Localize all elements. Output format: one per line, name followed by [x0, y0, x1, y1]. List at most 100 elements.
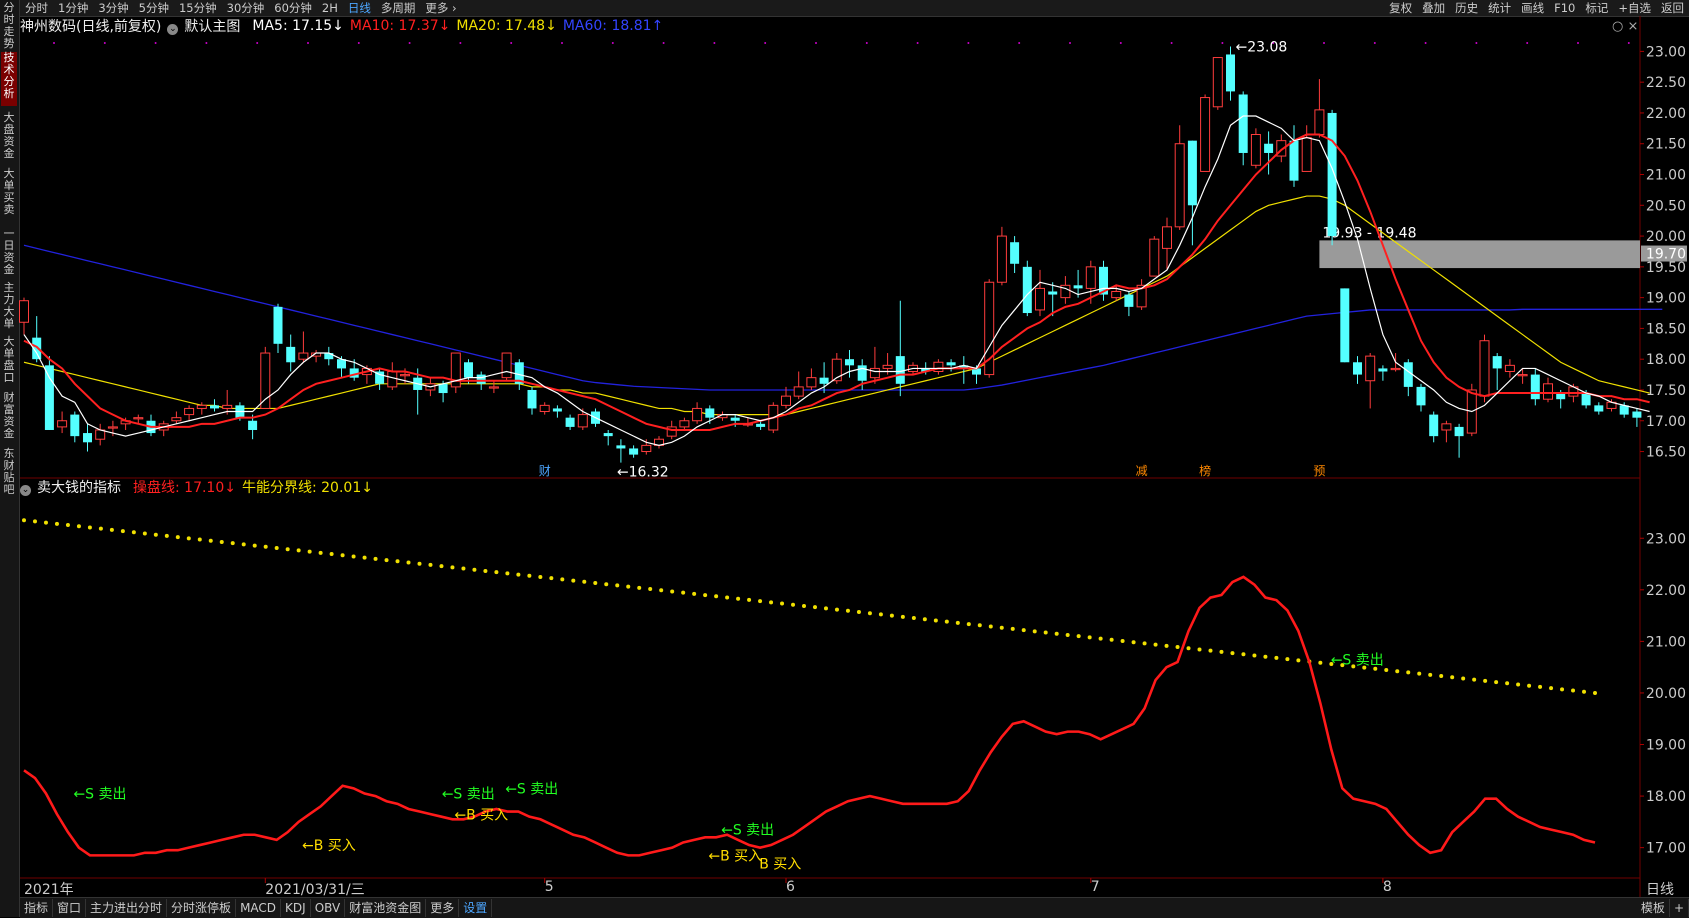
price-range-box — [1319, 240, 1640, 269]
threshold-dot — [252, 543, 257, 548]
candle-body-up — [171, 417, 182, 422]
sidebar-item-5[interactable]: 主力大单 — [1, 282, 17, 332]
bottom-items: 指标 窗口 主力进出分时 分时涨停板 MACD KDJ OBV 财富池资金图 更多 设置 — [20, 899, 493, 917]
bottom-tail-1[interactable]: + — [1670, 899, 1689, 917]
sub-ytick-label: 22.00 — [1646, 583, 1686, 599]
toolbar-button-7[interactable]: +自选 — [1613, 0, 1656, 16]
sidebar-item-3[interactable]: 大单买卖 — [1, 168, 17, 224]
toolbar-button-2[interactable]: 历史 — [1450, 0, 1483, 16]
stock-title: 神州数码(日线,前复权) — [20, 19, 162, 35]
bottom-tail-0[interactable]: 模板 — [1637, 899, 1670, 917]
period-tab-8[interactable]: 日线 — [343, 0, 376, 16]
period-tab-7[interactable]: 2H — [317, 0, 343, 16]
candle-body-down — [1073, 285, 1083, 289]
bottom-item-0[interactable]: 指标 — [20, 899, 54, 917]
candle-body-down — [1556, 393, 1566, 400]
bottom-item-5[interactable]: KDJ — [281, 899, 311, 917]
threshold-dot — [933, 618, 938, 623]
bottom-item-6[interactable]: OBV — [311, 899, 346, 917]
line1-label: 操盘线: 17.10↓ — [133, 480, 236, 496]
threshold-dot — [186, 536, 191, 541]
threshold-dot — [1461, 676, 1466, 681]
bottom-item-7[interactable]: 财富池资金图 — [345, 899, 427, 917]
candle-body-up — [1136, 284, 1147, 308]
top-marker-dot — [408, 42, 411, 44]
toolbar-button-3[interactable]: 统计 — [1483, 0, 1516, 16]
sidebar-item-0[interactable]: 分时走势 — [1, 2, 17, 50]
toolbar-button-5[interactable]: F10 — [1549, 0, 1580, 16]
candle-body-down — [273, 306, 283, 344]
bottom-item-1[interactable]: 窗口 — [53, 899, 87, 917]
period-tab-1[interactable]: 1分钟 — [53, 0, 93, 16]
top-marker-dot — [865, 42, 868, 44]
toolbar-button-1[interactable]: 叠加 — [1417, 0, 1450, 16]
bottom-item-2[interactable]: 主力进出分时 — [86, 899, 168, 917]
period-tab-10[interactable]: 更多 › — [420, 0, 461, 16]
top-marker-dot — [1323, 42, 1325, 44]
template-selector[interactable]: ⌄ 默认主图 — [167, 16, 246, 36]
bottom-item-4[interactable]: MACD — [236, 899, 282, 917]
toolbar-button-4[interactable]: 画线 — [1516, 0, 1549, 16]
threshold-dot — [1527, 683, 1532, 688]
template-label: 默认主图 — [184, 19, 241, 35]
toolbar-button-6[interactable]: 标记 — [1580, 0, 1613, 16]
threshold-dot — [65, 523, 70, 528]
candle-body-up — [717, 414, 728, 419]
period-tab-2[interactable]: 3分钟 — [93, 0, 133, 16]
period-tab-4[interactable]: 15分钟 — [174, 0, 222, 16]
bottom-item-8[interactable]: 更多 — [426, 899, 460, 917]
toolbar-button-0[interactable]: 复权 — [1384, 0, 1417, 16]
candle-body-down — [946, 362, 956, 366]
settings-icon[interactable]: ○ — [1612, 19, 1623, 34]
period-tab-6[interactable]: 60分钟 — [269, 0, 317, 16]
sidebar-item-4[interactable]: 一日资金 — [1, 228, 17, 278]
close-icon[interactable]: ⨯ — [1627, 19, 1638, 34]
sidebar-item-8[interactable]: 东财贴吧 — [1, 448, 17, 496]
sidebar-item-2[interactable]: 大盘资金 — [1, 112, 17, 164]
chart-canvas[interactable]: 16.50 17.00 17.50 18.00 18.50 19.00 19.50 20.00… — [0, 0, 1689, 917]
threshold-dot — [922, 617, 927, 622]
period-tab-3[interactable]: 5分钟 — [134, 0, 174, 16]
threshold-dot — [1153, 642, 1158, 647]
bottom-item-9[interactable]: 设置 — [459, 899, 493, 917]
period-tab-0[interactable]: 分时 — [20, 0, 53, 16]
bottom-item-3[interactable]: 分时涨停板 — [167, 899, 237, 917]
threshold-dot — [1274, 655, 1279, 660]
top-marker-dot — [1627, 42, 1630, 44]
sub-ytick-label: 23.00 — [1646, 531, 1686, 547]
candle-body-down — [1619, 405, 1629, 415]
threshold-dot — [1186, 646, 1191, 651]
candle-body-down — [1010, 242, 1020, 264]
threshold-dot — [1494, 680, 1499, 685]
candle-body-up — [425, 383, 436, 391]
candle-body-down — [552, 408, 562, 412]
candle-body-down — [1416, 386, 1426, 406]
threshold-dot — [450, 565, 455, 570]
indicator-selector[interactable]: ⌄ 卖大钱的指标 — [20, 477, 127, 497]
period-tab-5[interactable]: 30分钟 — [222, 0, 270, 16]
main-ytick-label: 18.50 — [1646, 321, 1686, 337]
threshold-dot — [241, 542, 246, 547]
sell-signal: ←S 卖出 — [505, 781, 558, 797]
range-price-tag: 19.70 — [1646, 247, 1686, 263]
threshold-dot — [1142, 641, 1147, 646]
sidebar-item-6[interactable]: 大单盘口 — [1, 336, 17, 388]
threshold-dot — [1307, 659, 1312, 664]
candle-body-up — [933, 361, 944, 373]
toolbar-button-8[interactable]: 返回 — [1656, 0, 1689, 16]
ma10-line — [23, 133, 1650, 431]
candle-body-down — [1289, 140, 1299, 181]
candle-body-up — [882, 364, 893, 369]
bottom-toolbar: 指标 窗口 主力进出分时 分时涨停板 MACD KDJ OBV 财富池资金图 更多 设置 模板 + — [20, 897, 1689, 918]
sidebar-item-7[interactable]: 财富资金 — [1, 392, 17, 444]
threshold-dot — [1549, 686, 1554, 691]
candle-body-down — [1022, 266, 1032, 314]
candle-body-up — [107, 426, 118, 429]
threshold-dot — [373, 556, 378, 561]
period-tab-9[interactable]: 多周期 — [376, 0, 421, 16]
candle-body-down — [1327, 112, 1337, 237]
sidebar-item-1[interactable]: 技术分析 — [1, 52, 17, 106]
main-legend: 神州数码(日线,前复权) ⌄ 默认主图 MA5: 17.15↓ MA10: 17.… — [20, 17, 669, 35]
candle-body-down — [248, 420, 258, 430]
threshold-dot — [1560, 687, 1565, 692]
